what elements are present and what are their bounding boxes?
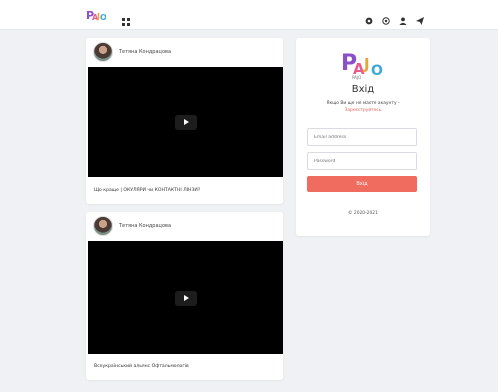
avatar[interactable]	[93, 42, 113, 62]
video-player[interactable]	[88, 67, 283, 177]
svg-text:J: J	[363, 55, 370, 73]
post-header: Тетяна Кондрацова	[86, 212, 283, 240]
signup-prompt: Якщо Ви ще не маєте акаунту - Зареєструй…	[306, 100, 420, 114]
gear-icon[interactable]	[365, 10, 373, 25]
svg-text:O: O	[371, 63, 383, 79]
signup-link[interactable]: Зареєструйтесь	[306, 107, 420, 114]
send-icon[interactable]	[416, 10, 424, 25]
email-field[interactable]	[307, 128, 417, 146]
video-post: Тетяна Кондрацова Що краще | ОКУЛЯРИ чи …	[86, 38, 283, 204]
grid-icon[interactable]	[122, 11, 130, 26]
svg-text:O: O	[100, 13, 106, 22]
password-field[interactable]	[307, 152, 417, 170]
play-icon[interactable]	[174, 115, 197, 130]
site-logo[interactable]: P A J O	[86, 8, 106, 22]
copyright: © 2020-2021	[348, 211, 378, 216]
svg-text:PAJO: PAJO	[352, 75, 361, 80]
post-caption[interactable]: Всеукраїнський альянс Офтальмологів	[94, 364, 189, 369]
login-card: P A J O PAJO Вхід Якщо Ви ще не маєте ак…	[296, 38, 430, 236]
video-player[interactable]	[88, 241, 283, 354]
author-name[interactable]: Тетяна Кондрацова	[119, 49, 171, 55]
author-name[interactable]: Тетяна Кондрацова	[119, 223, 171, 229]
logo: P A J O PAJO	[340, 48, 386, 80]
login-title: Вхід	[351, 84, 375, 95]
top-navbar: P A J O	[0, 0, 498, 30]
play-icon[interactable]	[174, 290, 197, 306]
post-header: Тетяна Кондрацова	[86, 38, 283, 66]
user-icon[interactable]	[399, 10, 407, 25]
globe-icon[interactable]	[382, 10, 390, 25]
login-button[interactable]: Вхід	[307, 176, 417, 192]
signup-prompt-text: Якщо Ви ще не маєте акаунту -	[326, 101, 400, 106]
video-post: Тетяна Кондрацова Всеукраїнський альянс …	[86, 212, 283, 380]
avatar[interactable]	[93, 216, 113, 236]
post-caption[interactable]: Що краще | ОКУЛЯРИ чи КОНТАКТНІ ЛІНЗИ?	[94, 188, 200, 193]
